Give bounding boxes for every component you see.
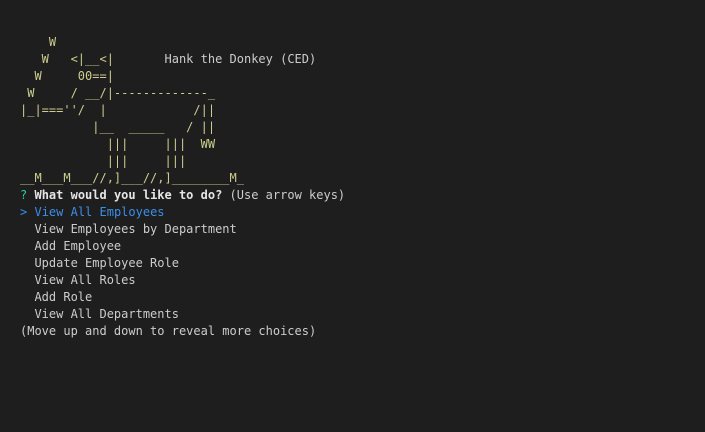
ascii-banner: W W <|__<| Hank the Donkey (CED) W 00==|… xyxy=(20,34,705,187)
question-mark-icon: ? xyxy=(20,188,28,202)
menu-item-label: View All Departments xyxy=(34,307,179,321)
menu-item-label: Add Employee xyxy=(34,239,122,253)
menu-item-label: View All Roles xyxy=(34,273,136,287)
choice-list: > View All Employees View Employees by D… xyxy=(20,204,705,323)
menu-item-update-employee-role[interactable]: Update Employee Role xyxy=(20,255,705,272)
banner-line: |__ _____ / || xyxy=(20,120,216,134)
banner-line: __M___M___//,]___//,]________M_ xyxy=(20,171,244,185)
banner-title: Hank the Donkey (CED) xyxy=(164,52,317,66)
prompt-hint: (Use arrow keys) xyxy=(229,188,346,202)
menu-item-label: View All Employees xyxy=(34,205,165,219)
banner-line: ||| ||| xyxy=(20,154,187,168)
menu-item-add-role[interactable]: Add Role xyxy=(20,289,705,306)
banner-line: W 00==| xyxy=(20,69,114,83)
banner-line: |_|===''/ | /|| xyxy=(20,103,216,117)
menu-item-view-employees-by-department[interactable]: View Employees by Department xyxy=(20,221,705,238)
prompt-question: What would you like to do? xyxy=(34,188,223,202)
menu-item-view-all-departments[interactable]: View All Departments xyxy=(20,306,705,323)
terminal-output: W W <|__<| Hank the Donkey (CED) W 00==|… xyxy=(0,0,705,432)
menu-item-view-all-roles[interactable]: View All Roles xyxy=(20,272,705,289)
banner-line: W xyxy=(20,35,57,49)
banner-art-segment: W <|__<| xyxy=(20,52,165,66)
more-choices-hint: (Move up and down to reveal more choices… xyxy=(20,324,317,338)
menu-item-label: Update Employee Role xyxy=(34,256,179,270)
banner-line: W <|__<| Hank the Donkey (CED) xyxy=(20,51,705,68)
banner-line: W / __/|-------------_ xyxy=(20,86,216,100)
menu-item-label: View Employees by Department xyxy=(34,222,237,236)
menu-item-view-all-employees[interactable]: > View All Employees xyxy=(20,204,705,221)
banner-line: ||| ||| WW xyxy=(20,137,216,151)
selection-pointer-icon: > xyxy=(20,205,28,219)
menu-item-add-employee[interactable]: Add Employee xyxy=(20,238,705,255)
menu-item-label: Add Role xyxy=(34,290,93,304)
prompt-line: ? What would you like to do? (Use arrow … xyxy=(20,187,705,204)
